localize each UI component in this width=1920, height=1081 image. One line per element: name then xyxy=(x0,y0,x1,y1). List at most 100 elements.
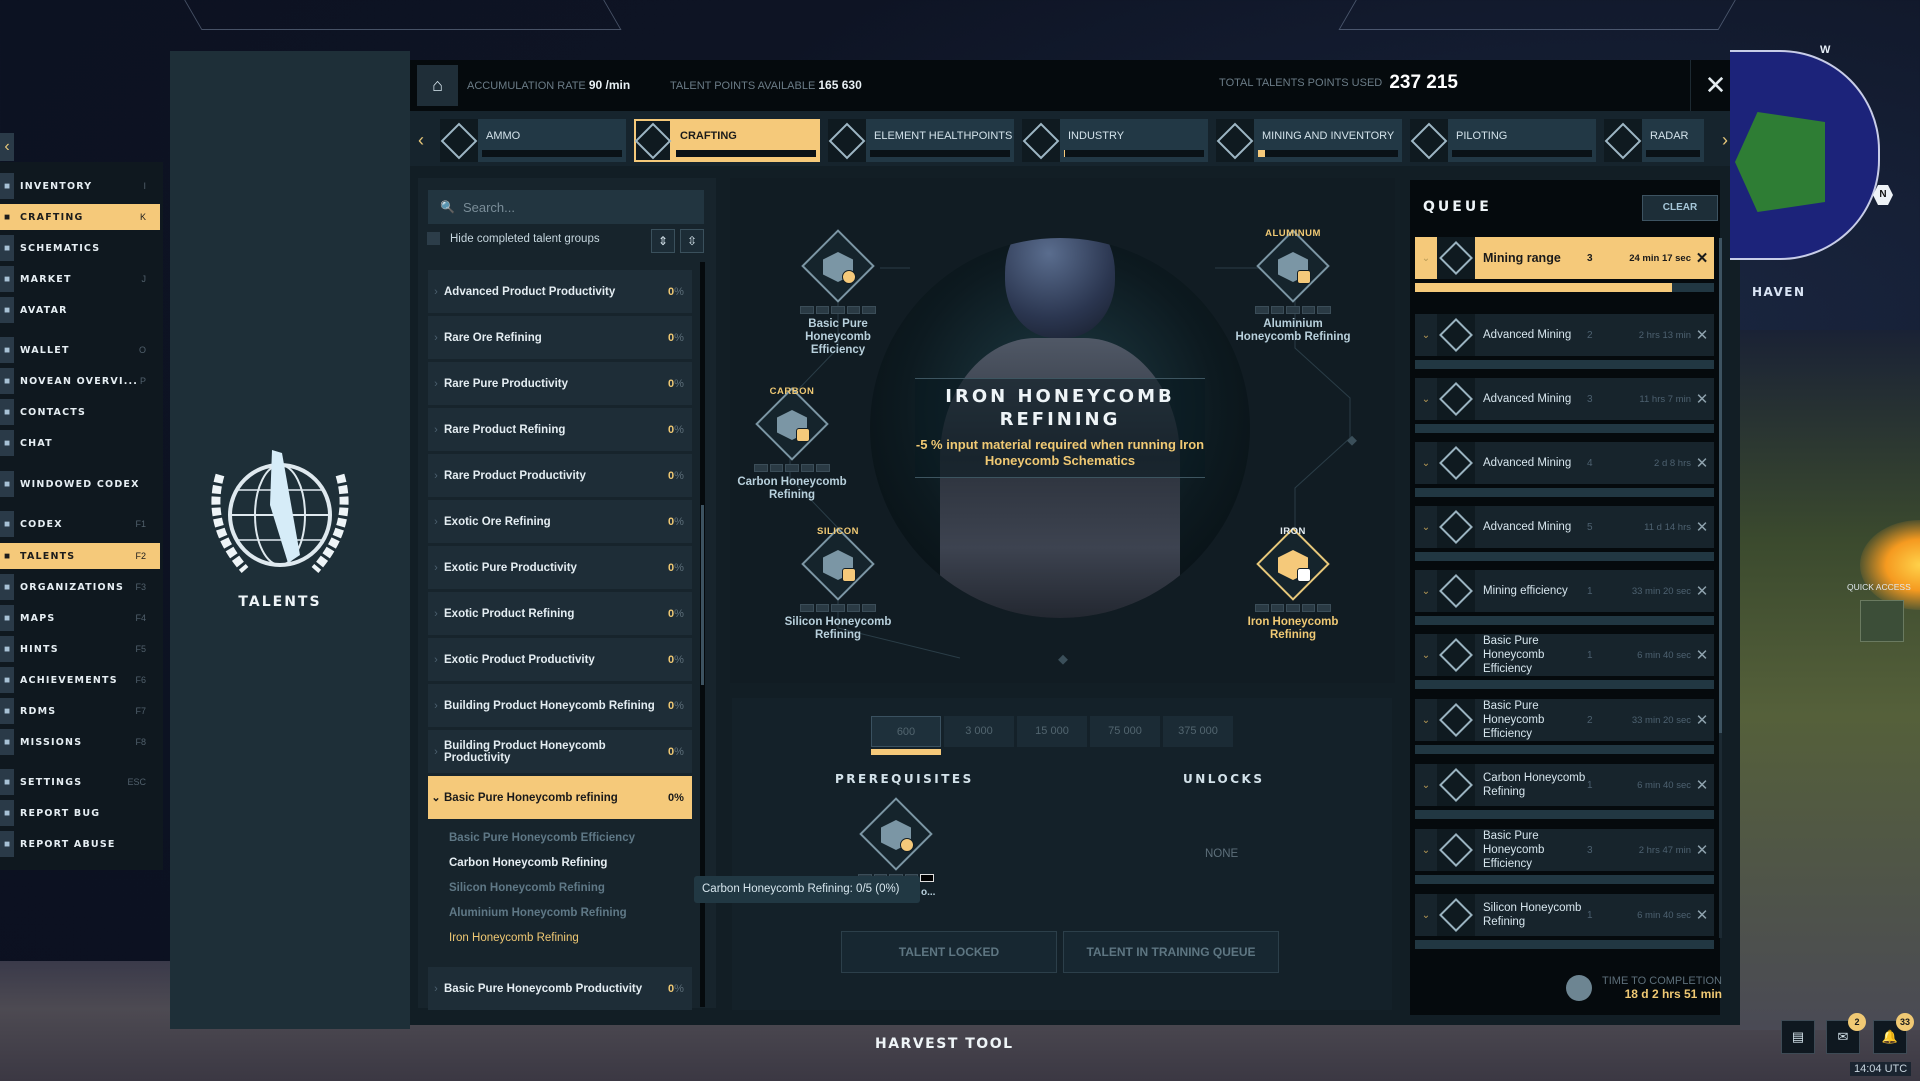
level-tab[interactable]: 375 000 xyxy=(1163,716,1233,747)
chevron-down-icon[interactable]: ⌄ xyxy=(1415,458,1437,469)
chevron-down-icon[interactable]: ⌄ xyxy=(1415,522,1437,533)
menu-collapse-button[interactable]: ‹ xyxy=(0,133,14,161)
remove-from-queue-icon[interactable]: ✕ xyxy=(1691,711,1713,729)
talent-group[interactable]: › Advanced Product Productivity 0% xyxy=(428,270,692,313)
talent-group[interactable]: › Exotic Product Productivity 0% xyxy=(428,638,692,681)
menu-item-maps[interactable]: ■ MAPS F4 xyxy=(0,605,160,631)
remove-from-queue-icon[interactable]: ✕ xyxy=(1691,390,1713,408)
queue-item[interactable]: ⌄ Advanced Mining 2 2 hrs 13 min ✕ xyxy=(1415,314,1714,356)
talent-group[interactable]: › Rare Ore Refining 0% xyxy=(428,316,692,359)
queue-item[interactable]: ⌄ Mining range 3 24 min 17 sec ✕ xyxy=(1415,237,1714,279)
remove-from-queue-icon[interactable]: ✕ xyxy=(1691,776,1713,794)
tab-piloting[interactable]: PILOTING xyxy=(1410,119,1596,162)
talent-group[interactable]: › Building Product Honeycomb Refining 0% xyxy=(428,684,692,727)
level-tab[interactable]: 3 000 xyxy=(944,716,1014,747)
tab-element-healthpoints[interactable]: ELEMENT HEALTHPOINTS xyxy=(828,119,1014,162)
level-tab[interactable]: 75 000 xyxy=(1090,716,1160,747)
hide-completed-checkbox[interactable] xyxy=(427,232,440,245)
remove-from-queue-icon[interactable]: ✕ xyxy=(1691,582,1713,600)
queue-item[interactable]: ⌄ Basic Pure Honeycomb Efficiency 3 2 hrs 4… xyxy=(1415,829,1714,871)
expand-all-button[interactable]: ⇕ xyxy=(651,229,675,253)
talent-in-queue-button[interactable]: TALENT IN TRAINING QUEUE xyxy=(1063,931,1279,973)
level-tab[interactable]: 15 000 xyxy=(1017,716,1087,747)
remove-from-queue-icon[interactable]: ✕ xyxy=(1691,326,1713,344)
queue-item[interactable]: ⌄ Advanced Mining 5 11 d 14 hrs ✕ xyxy=(1415,506,1714,548)
talent-item[interactable]: Iron Honeycomb Refining xyxy=(449,932,579,944)
menu-item-wallet[interactable]: ■ WALLET O xyxy=(0,337,160,363)
remove-from-queue-icon[interactable]: ✕ xyxy=(1691,454,1713,472)
menu-item-crafting[interactable]: ■ CRAFTING K xyxy=(0,204,160,230)
menu-item-market[interactable]: ■ MARKET J xyxy=(0,266,160,292)
menu-item-contacts[interactable]: ■ CONTACTS xyxy=(0,399,160,425)
remove-from-queue-icon[interactable]: ✕ xyxy=(1691,841,1713,859)
talent-group[interactable]: › Rare Product Refining 0% xyxy=(428,408,692,451)
queue-item[interactable]: ⌄ Advanced Mining 3 11 hrs 7 min ✕ xyxy=(1415,378,1714,420)
chevron-down-icon[interactable]: ⌄ xyxy=(1415,780,1437,791)
talent-group[interactable]: › Exotic Pure Productivity 0% xyxy=(428,546,692,589)
level-tab[interactable]: 600 xyxy=(871,716,941,747)
talent-item[interactable]: Silicon Honeycomb Refining xyxy=(449,882,605,894)
tab-crafting[interactable]: CRAFTING xyxy=(634,119,820,162)
talent-item[interactable]: Carbon Honeycomb Refining xyxy=(449,857,607,869)
queue-item[interactable]: ⌄ Basic Pure Honeycomb Efficiency 1 6 min 4… xyxy=(1415,634,1714,676)
menu-item-achievements[interactable]: ■ ACHIEVEMENTS F6 xyxy=(0,667,160,693)
talent-group[interactable]: › Exotic Ore Refining 0% xyxy=(428,500,692,543)
talent-group[interactable]: ⌄ Basic Pure Honeycomb refining 0% xyxy=(428,776,692,819)
chevron-down-icon[interactable]: ⌄ xyxy=(1415,845,1437,856)
remove-from-queue-icon[interactable]: ✕ xyxy=(1691,906,1713,924)
talent-group[interactable]: › Basic Pure Honeycomb Productivity 0% xyxy=(428,967,692,1010)
search-input[interactable]: 🔍 Search... xyxy=(428,190,704,224)
queue-item[interactable]: ⌄ Silicon Honeycomb Refining 1 6 min 40 sec… xyxy=(1415,894,1714,936)
chevron-down-icon[interactable]: ⌄ xyxy=(1415,910,1437,921)
menu-item-windowed-codex[interactable]: ■ WINDOWED CODEX xyxy=(0,471,160,497)
talent-group[interactable]: › Building Product Honeycomb Productivity… xyxy=(428,730,692,773)
menu-item-novean-overvi[interactable]: ■ NOVEAN OVERVI... P xyxy=(0,368,160,394)
talent-group[interactable]: › Rare Product Productivity 0% xyxy=(428,454,692,497)
menu-item-hints[interactable]: ■ HINTS F5 xyxy=(0,636,160,662)
queue-item[interactable]: ⌄ Mining efficiency 1 33 min 20 sec ✕ xyxy=(1415,570,1714,612)
talent-item[interactable]: Basic Pure Honeycomb Efficiency xyxy=(449,832,635,844)
collapse-all-button[interactable]: ⇳ xyxy=(680,229,704,253)
talent-locked-button[interactable]: TALENT LOCKED xyxy=(841,931,1057,973)
menu-item-missions[interactable]: ■ MISSIONS F8 xyxy=(0,729,160,755)
queue-scrollbar-thumb[interactable] xyxy=(1719,238,1722,733)
menu-item-codex[interactable]: ■ CODEX F1 xyxy=(0,511,160,537)
tab-radar[interactable]: RADAR xyxy=(1604,119,1704,162)
menu-item-report-bug[interactable]: ■ REPORT BUG xyxy=(0,800,160,826)
quick-access-slot[interactable] xyxy=(1860,600,1904,642)
hide-completed-toggle[interactable]: Hide completed talent groups xyxy=(427,232,600,245)
chevron-down-icon[interactable]: ⌄ xyxy=(1415,330,1437,341)
menu-item-organizations[interactable]: ■ ORGANIZATIONS F3 xyxy=(0,574,160,600)
chevron-down-icon[interactable]: ⌄ xyxy=(1415,586,1437,597)
remove-from-queue-icon[interactable]: ✕ xyxy=(1691,646,1713,664)
tab-industry[interactable]: INDUSTRY xyxy=(1022,119,1208,162)
codex-button[interactable]: ▤ xyxy=(1781,1020,1815,1054)
list-scrollbar-thumb[interactable] xyxy=(701,505,704,685)
talent-group[interactable]: › Exotic Product Refining 0% xyxy=(428,592,692,635)
tab-mining-and-inventory[interactable]: MINING AND INVENTORY xyxy=(1216,119,1402,162)
tabs-next-button[interactable]: › xyxy=(1722,130,1728,151)
menu-item-talents[interactable]: ■ TALENTS F2 xyxy=(0,543,160,569)
menu-item-chat[interactable]: ■ CHAT xyxy=(0,430,160,456)
chevron-down-icon[interactable]: ⌄ xyxy=(1415,253,1437,264)
chevron-down-icon[interactable]: ⌄ xyxy=(1415,394,1437,405)
talent-item[interactable]: Aluminium Honeycomb Refining xyxy=(449,907,627,919)
menu-item-inventory[interactable]: ■ INVENTORY I xyxy=(0,173,160,199)
queue-item[interactable]: ⌄ Advanced Mining 4 2 d 8 hrs ✕ xyxy=(1415,442,1714,484)
menu-item-settings[interactable]: ■ SETTINGS ESC xyxy=(0,769,160,795)
menu-item-rdms[interactable]: ■ RDMS F7 xyxy=(0,698,160,724)
menu-item-report-abuse[interactable]: ■ REPORT ABUSE xyxy=(0,831,160,857)
menu-item-schematics[interactable]: ■ SCHEMATICS xyxy=(0,235,160,261)
chevron-down-icon[interactable]: ⌄ xyxy=(1415,715,1437,726)
talent-group[interactable]: › Rare Pure Productivity 0% xyxy=(428,362,692,405)
remove-from-queue-icon[interactable]: ✕ xyxy=(1691,249,1713,267)
queue-item[interactable]: ⌄ Basic Pure Honeycomb Efficiency 2 33 min … xyxy=(1415,699,1714,741)
home-button[interactable]: ⌂ xyxy=(417,65,458,106)
clear-queue-button[interactable]: CLEAR xyxy=(1642,195,1718,221)
menu-item-avatar[interactable]: ■ AVATAR xyxy=(0,297,160,323)
remove-from-queue-icon[interactable]: ✕ xyxy=(1691,518,1713,536)
tab-ammo[interactable]: AMMO xyxy=(440,119,626,162)
minimap[interactable] xyxy=(1730,50,1880,260)
tabs-prev-button[interactable]: ‹ xyxy=(418,130,424,151)
chevron-down-icon[interactable]: ⌄ xyxy=(1415,650,1437,661)
